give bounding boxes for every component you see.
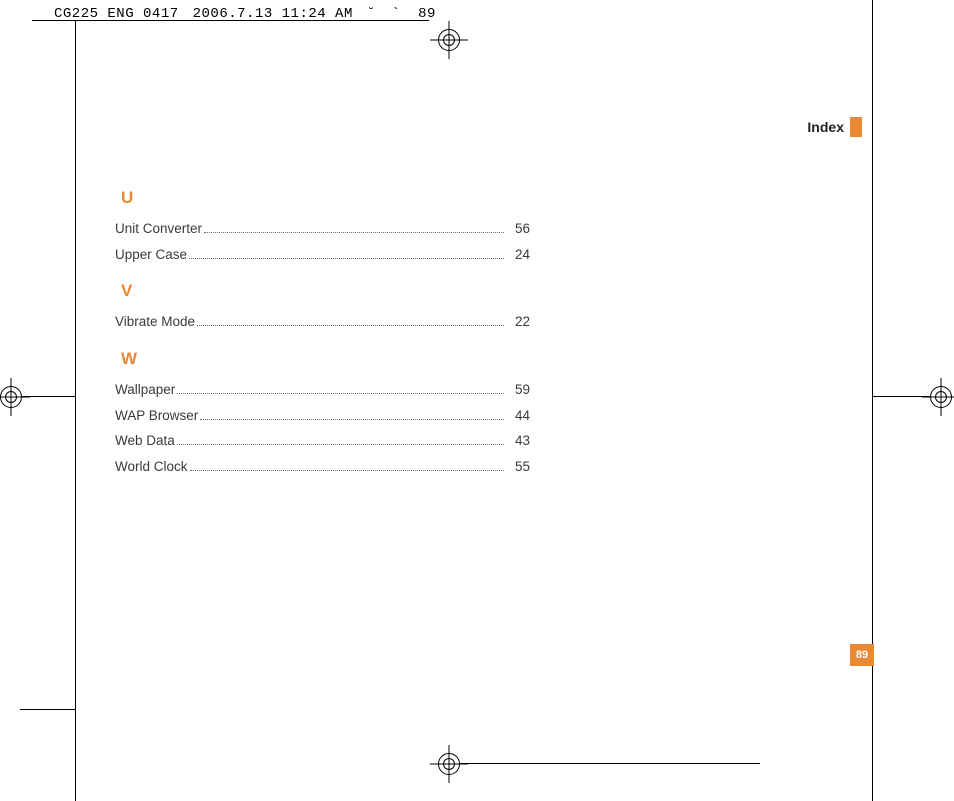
running-header: Index [807, 117, 862, 137]
registration-target-right [930, 386, 952, 408]
index-entry: WAP Browser 44 [115, 403, 530, 429]
index-entry-page: 59 [508, 377, 530, 403]
index-entry: Upper Case 24 [115, 242, 530, 268]
index-entry: World Clock 55 [115, 454, 530, 480]
leader-dots [190, 463, 504, 471]
registration-target-bottom [438, 753, 460, 775]
page-frame-right [872, 0, 873, 801]
leader-dots [200, 411, 504, 419]
crop-mark-left-h [22, 396, 75, 397]
index-section-letter-w: W [121, 349, 530, 369]
index-entry-page: 24 [508, 242, 530, 268]
index-entry: Unit Converter 56 [115, 216, 530, 242]
leader-dots [189, 251, 504, 259]
crop-mark-bottom-left-h [20, 709, 75, 710]
index-entry-term: Upper Case [115, 242, 187, 268]
index-entry-page: 22 [508, 309, 530, 335]
index-entry-term: Wallpaper [115, 377, 175, 403]
leader-dots [197, 318, 504, 326]
page-frame-left [75, 21, 76, 801]
index-entry-term: Web Data [115, 428, 175, 454]
index-entry-page: 56 [508, 216, 530, 242]
registration-target-left [0, 386, 22, 408]
index-entry-page: 44 [508, 403, 530, 429]
index-section-letter-v: V [121, 281, 530, 301]
crop-mark-top-left-h [32, 20, 54, 21]
page-number-badge: 89 [850, 644, 874, 666]
leader-dots [177, 386, 504, 394]
index-entry: Web Data 43 [115, 428, 530, 454]
index-entry-term: World Clock [115, 454, 188, 480]
running-header-label: Index [807, 119, 844, 135]
leader-dots [177, 437, 504, 445]
index-section-letter-u: U [121, 188, 530, 208]
running-header-accent [850, 117, 862, 137]
index-content: U Unit Converter 56 Upper Case 24 V Vibr… [115, 188, 530, 479]
index-entry: Wallpaper 59 [115, 377, 530, 403]
leader-dots [204, 225, 504, 233]
crop-mark-bottom-center-h [460, 763, 760, 764]
index-entry: Vibrate Mode 22 [115, 309, 530, 335]
crop-mark-bottom-left-v [75, 709, 76, 764]
index-entry-page: 55 [508, 454, 530, 480]
index-entry-term: WAP Browser [115, 403, 198, 429]
index-entry-page: 43 [508, 428, 530, 454]
crop-mark-right-h [872, 396, 930, 397]
registration-target-top [438, 29, 460, 51]
index-entry-term: Unit Converter [115, 216, 202, 242]
index-entry-term: Vibrate Mode [115, 309, 195, 335]
imprint-rule [54, 20, 429, 21]
